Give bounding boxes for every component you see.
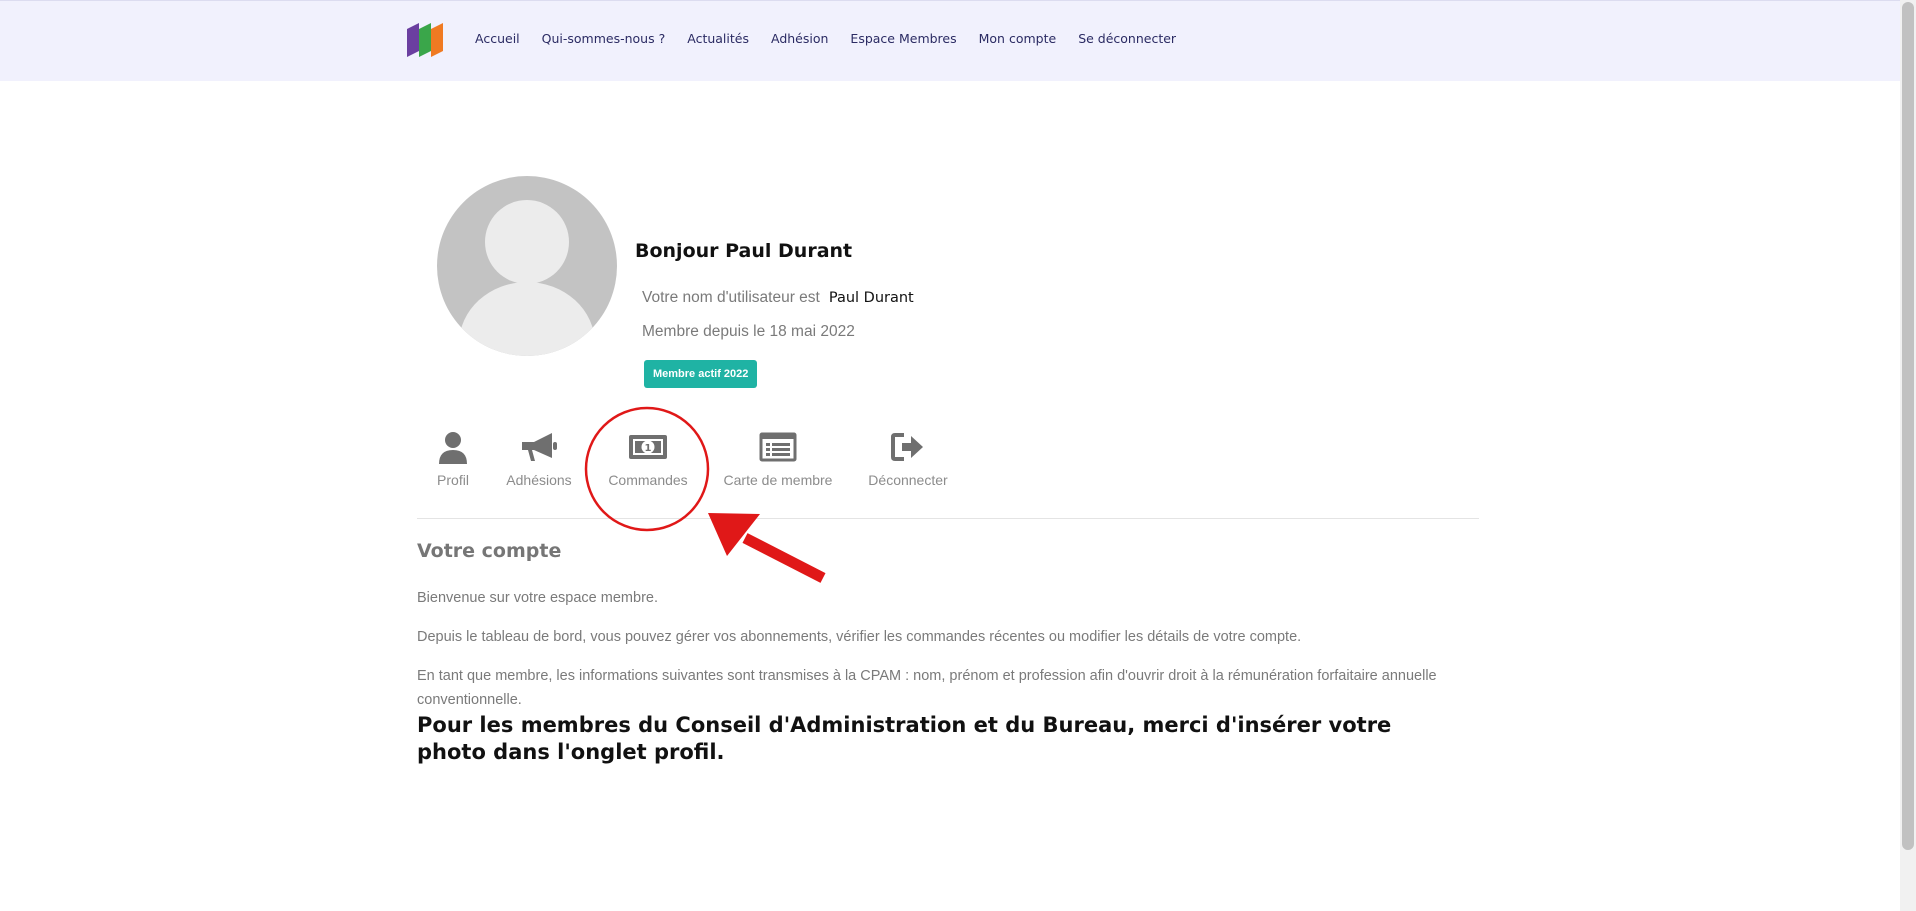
banknote-icon: 1: [629, 435, 667, 459]
site-logo[interactable]: [407, 21, 447, 59]
svg-text:1: 1: [645, 443, 652, 454]
user-icon: [439, 432, 467, 464]
nav-mon-compte[interactable]: Mon compte: [979, 31, 1057, 46]
username-line: Votre nom d'utilisateur est Paul Durant: [642, 289, 914, 307]
vertical-scrollbar[interactable]: [1900, 0, 1916, 911]
cpam-text: En tant que membre, les informations sui…: [417, 668, 1437, 708]
welcome-text: Bienvenue sur votre espace membre.: [417, 590, 658, 606]
tab-commandes[interactable]: 1 Commandes: [604, 430, 692, 488]
username-value: Paul Durant: [828, 290, 914, 306]
nav-actualites[interactable]: Actualités: [687, 31, 749, 46]
status-badge: Membre actif 2022: [644, 360, 758, 388]
nav-qui-sommes-nous[interactable]: Qui-sommes-nous ?: [542, 31, 666, 46]
avatar: [437, 176, 617, 356]
site-header: Accueil Qui-sommes-nous ? Actualités Adh…: [0, 0, 1900, 81]
tab-label: Adhésions: [506, 472, 572, 488]
dashboard-text: Depuis le tableau de bord, vous pouvez g…: [417, 629, 1302, 645]
section-title: Votre compte: [417, 540, 562, 562]
tab-label: Profil: [437, 472, 469, 488]
scrollbar-thumb[interactable]: [1902, 2, 1914, 850]
pointer-arrow-icon: [708, 513, 826, 583]
photo-notice: Pour les membres du Conseil d'Administra…: [417, 713, 1392, 764]
nav-se-deconnecter[interactable]: Se déconnecter: [1078, 31, 1176, 46]
nav-espace-membres[interactable]: Espace Membres: [850, 31, 956, 46]
megaphone-icon: [522, 433, 557, 461]
tab-adhesions[interactable]: Adhésions: [502, 430, 576, 488]
tab-label: Commandes: [608, 472, 688, 488]
tab-label: Carte de membre: [723, 472, 833, 488]
tab-deconnecter[interactable]: Déconnecter: [864, 430, 952, 488]
tab-profil[interactable]: Profil: [432, 430, 474, 488]
tabs-divider: [417, 518, 1479, 519]
tab-label: Déconnecter: [868, 472, 948, 488]
list-card-icon: [759, 432, 797, 462]
default-avatar-icon: [459, 200, 595, 356]
page: Accueil Qui-sommes-nous ? Actualités Adh…: [0, 0, 1900, 911]
sign-out-icon: [891, 433, 923, 461]
username-label: Votre nom d'utilisateur est: [642, 289, 820, 306]
member-since: Membre depuis le 18 mai 2022: [642, 323, 855, 340]
main-nav: Accueil Qui-sommes-nous ? Actualités Adh…: [475, 31, 1198, 46]
nav-adhesion[interactable]: Adhésion: [771, 31, 828, 46]
greeting: Bonjour Paul Durant: [635, 240, 853, 262]
nav-accueil[interactable]: Accueil: [475, 31, 520, 46]
tab-carte-de-membre[interactable]: Carte de membre: [722, 430, 834, 488]
